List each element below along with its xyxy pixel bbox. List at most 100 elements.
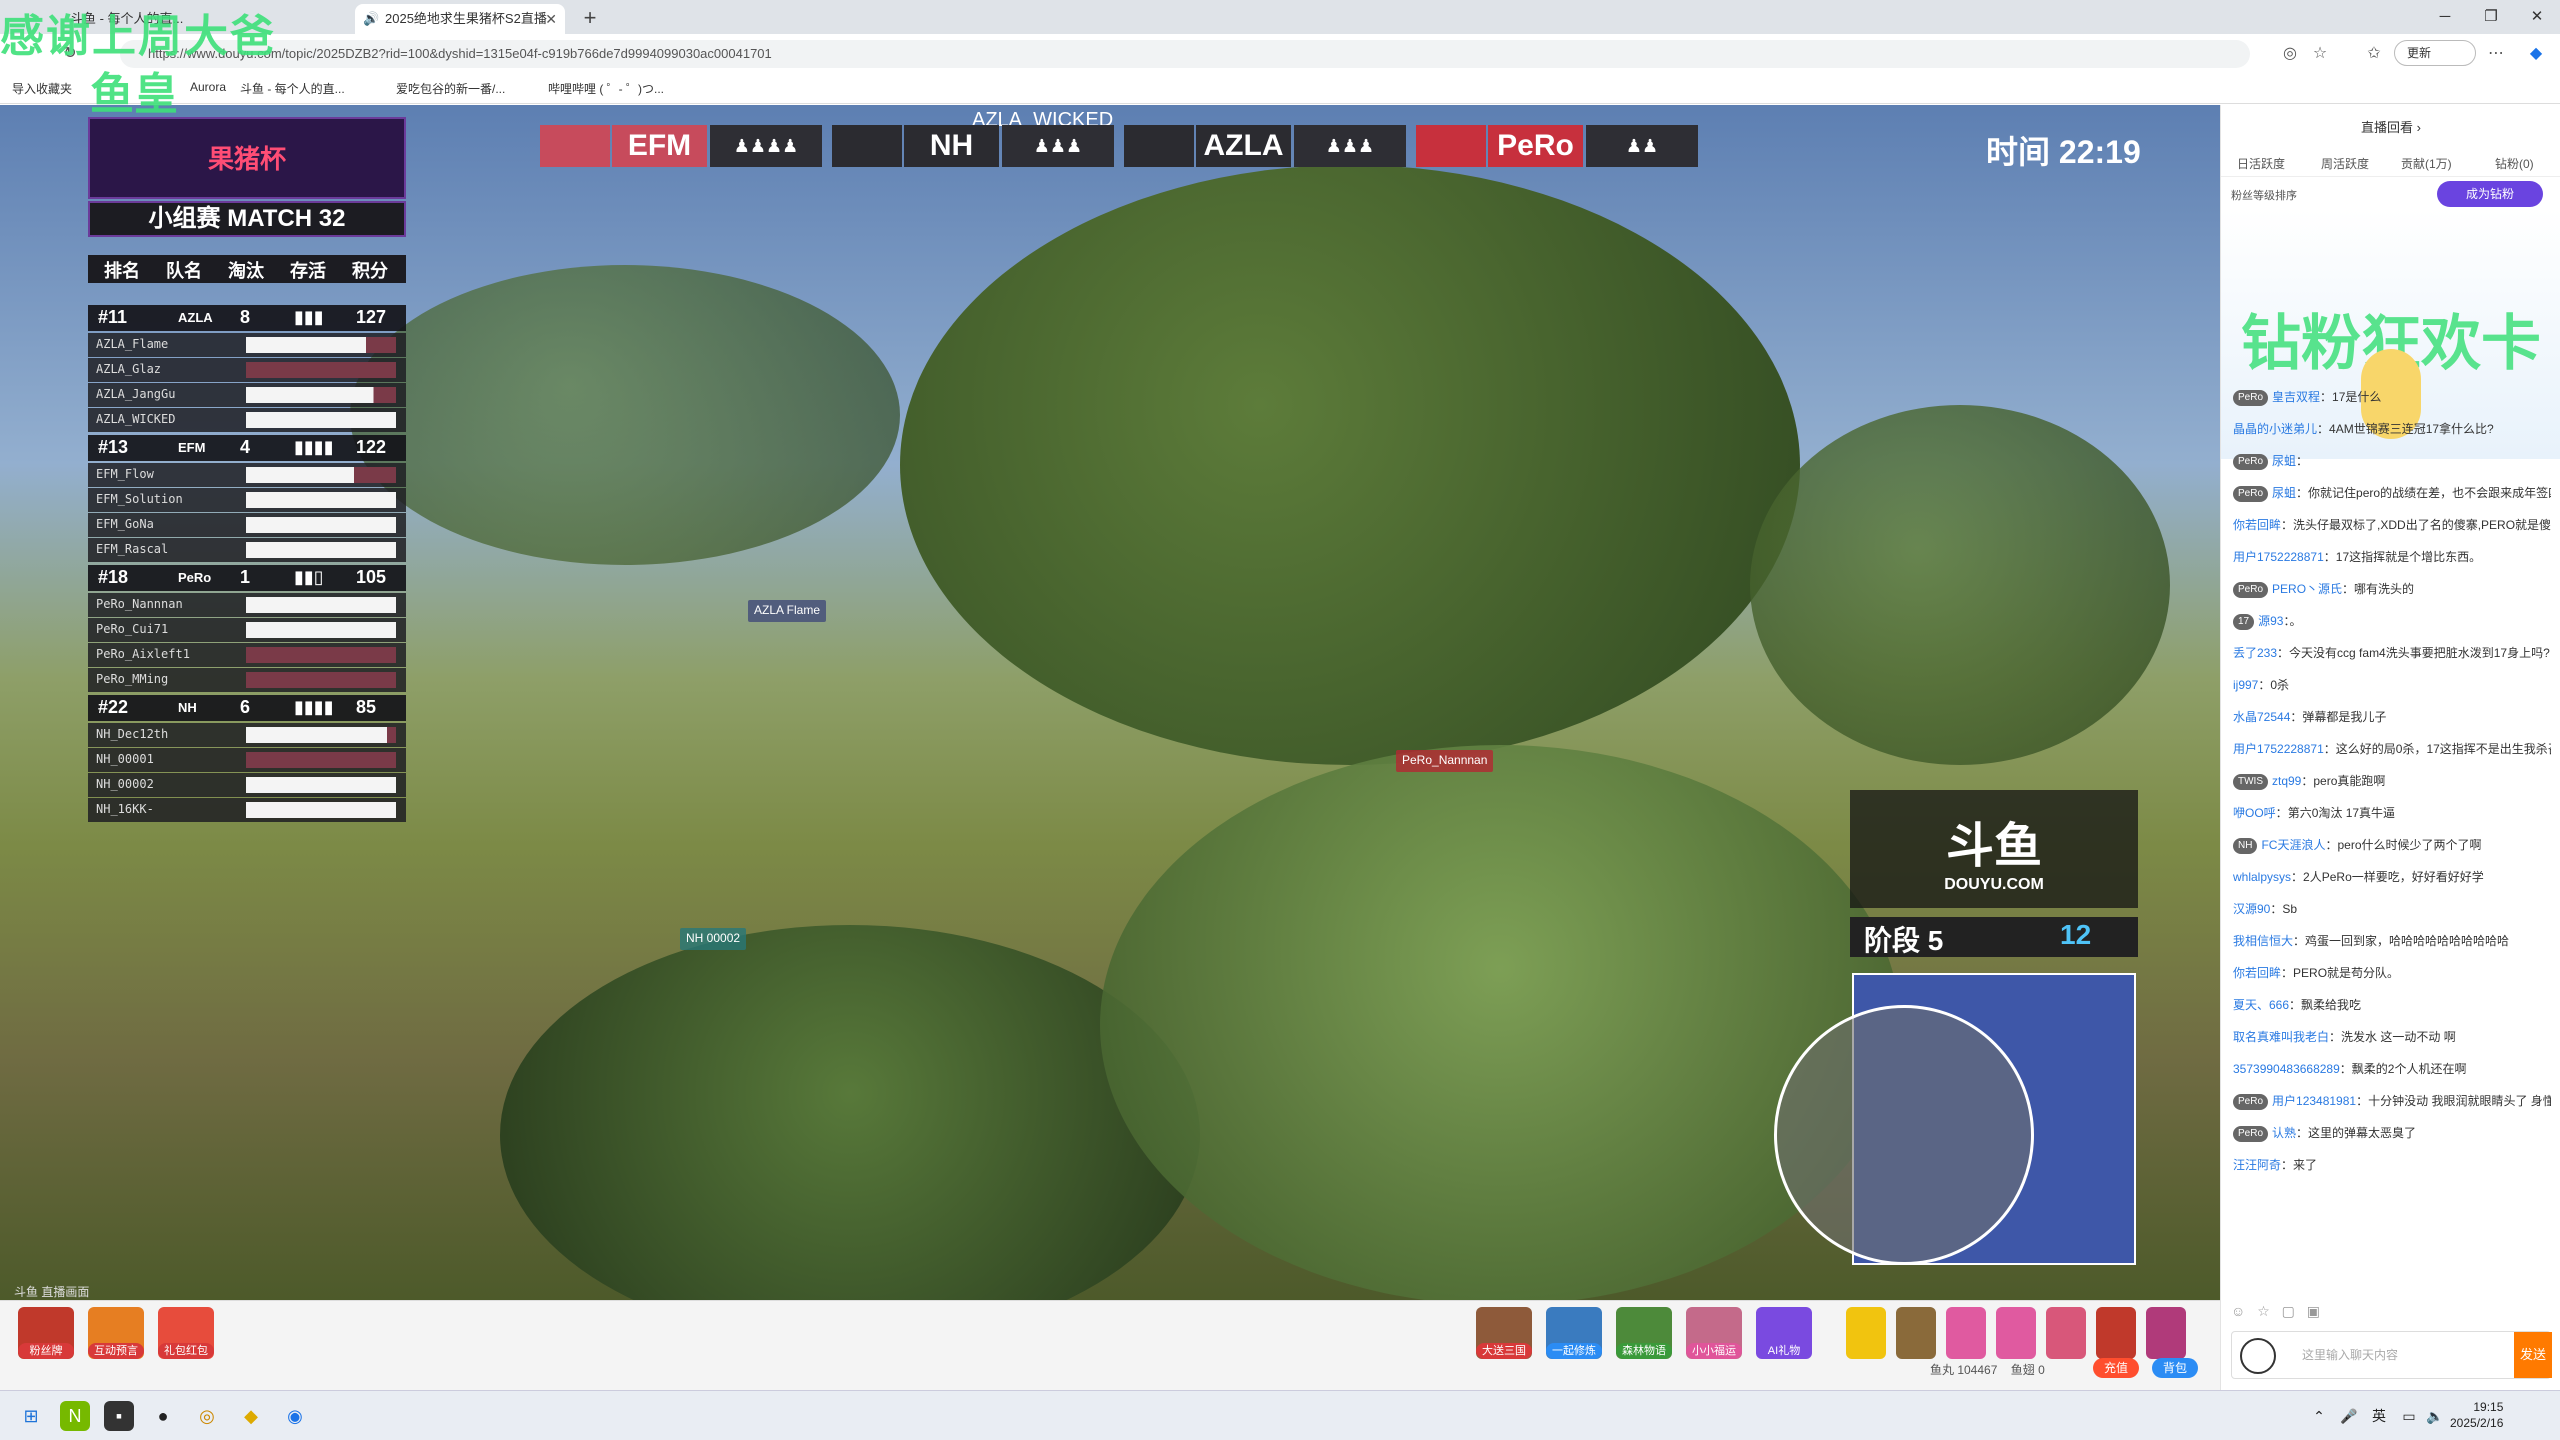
new-tab-button[interactable]: +	[575, 4, 605, 32]
chat-username[interactable]: 水晶72544	[2233, 710, 2290, 724]
chat-username[interactable]: 丢了233	[2233, 646, 2277, 660]
chat-username[interactable]: 尿蛆	[2272, 454, 2296, 468]
copilot-icon[interactable]: ◆	[2522, 40, 2550, 68]
video-player[interactable]: 果猪杯 小组赛 MATCH 32 排名 队名 淘汰 存活 积分 #11 AZLA…	[0, 105, 2220, 1300]
chat-message: 用户1752228871：这么好的局0杀，17这指挥不是出生我杀召回吧	[2233, 737, 2551, 761]
favorite-star-icon[interactable]: ☆	[2306, 40, 2334, 68]
url-field[interactable]: https://www.douyu.com/topic/2025DZB2?rid…	[120, 40, 2250, 68]
tab-live-stream[interactable]: 🔊 2025绝地求生果猪杯S2直播 ✕	[355, 4, 565, 34]
bookmark-aurora[interactable]: Aurora	[190, 80, 226, 94]
prediction-button[interactable]: 互动预言	[88, 1307, 144, 1359]
chat-username[interactable]: FC天涯浪人	[2261, 838, 2325, 852]
system-clock[interactable]: 19:15 2025/2/16	[2450, 1399, 2503, 1431]
chat-username[interactable]: 认熟	[2272, 1126, 2296, 1140]
team-logo	[832, 125, 902, 167]
close-window-button[interactable]: ✕	[2514, 0, 2560, 34]
bookmark-bilibili[interactable]: 哔哩哔哩 ( ゜- ゜)つ...	[548, 80, 664, 97]
bookmark-video[interactable]: 爱吃包谷的新一番/...	[396, 80, 505, 97]
emoji-icon[interactable]: ☺	[2231, 1303, 2245, 1319]
ime-indicator[interactable]: 英	[2364, 1401, 2394, 1431]
gift-item[interactable]: 一起修炼	[1546, 1307, 1602, 1359]
microphone-icon[interactable]: 🎤	[2334, 1401, 2364, 1431]
fan-badge-button[interactable]: 粉丝牌	[18, 1307, 74, 1359]
chat-username[interactable]: 汉源90	[2233, 902, 2270, 916]
chat-username[interactable]: ztq99	[2272, 774, 2301, 788]
avatar[interactable]	[2240, 1338, 2276, 1374]
chat-username[interactable]: 用户123481981	[2272, 1094, 2356, 1108]
tab-weekly-activity[interactable]: 周活跃度	[2321, 155, 2369, 172]
replay-link[interactable]: 直播回看 ›	[2221, 117, 2560, 136]
minimize-button[interactable]: ─	[2422, 0, 2468, 34]
chat-username[interactable]: 尿蛆	[2272, 486, 2296, 500]
maximize-button[interactable]: ❐	[2468, 0, 2514, 34]
chat-username[interactable]: 我相信恒大	[2233, 934, 2293, 948]
chat-text: 这里的弹幕太恶臭了	[2308, 1126, 2417, 1140]
chat-username[interactable]: 你若回眸	[2233, 518, 2281, 532]
send-button[interactable]: 发送	[2514, 1332, 2552, 1378]
chat-input-box[interactable]: 这里输入聊天内容 发送	[2231, 1331, 2552, 1379]
chat-username[interactable]: 你若回眸	[2233, 966, 2281, 980]
gift-label: AI礼物	[1756, 1343, 1812, 1359]
gift-item[interactable]	[2046, 1307, 2086, 1359]
terminal-icon[interactable]: ▪	[104, 1401, 134, 1431]
gift-label: 互动预言	[88, 1343, 144, 1359]
team-points: 122	[356, 437, 387, 457]
chat-username[interactable]: 汪汪阿奇	[2233, 1158, 2281, 1172]
recharge-button[interactable]: 充值	[2093, 1358, 2139, 1378]
image-icon[interactable]: ▣	[2307, 1303, 2320, 1319]
favorites-icon[interactable]: ✩	[2360, 40, 2388, 68]
health-bar	[246, 672, 396, 688]
gift-item[interactable]	[1846, 1307, 1886, 1359]
chat-username[interactable]: 晶晶的小迷弟儿	[2233, 422, 2317, 436]
windows-start-icon[interactable]: ⊞	[16, 1401, 46, 1431]
gift-item[interactable]	[2146, 1307, 2186, 1359]
chat-username[interactable]: ij997	[2233, 678, 2258, 692]
tab-daily-activity[interactable]: 日活跃度	[2237, 155, 2285, 172]
gift-item[interactable]: 森林物语	[1616, 1307, 1672, 1359]
team-kills: 1	[240, 567, 251, 587]
tab-diamond-fans[interactable]: 钻粉(0)	[2495, 155, 2534, 172]
app-icon[interactable]: ◆	[236, 1401, 266, 1431]
chat-username[interactable]: 源93	[2258, 614, 2283, 628]
gift-item[interactable]	[1896, 1307, 1936, 1359]
volume-icon[interactable]: 🔈	[2420, 1401, 2450, 1431]
chat-username[interactable]: 用户1752228871	[2233, 550, 2324, 564]
read-aloud-icon[interactable]: ◎	[2276, 40, 2304, 68]
clock-date: 2025/2/16	[2450, 1416, 2504, 1430]
bookmark-douyu[interactable]: 斗鱼 - 每个人的直...	[240, 80, 345, 97]
gift-item[interactable]	[2096, 1307, 2136, 1359]
gift-item[interactable]: 大送三国	[1476, 1307, 1532, 1359]
chat-username[interactable]: 用户1752228871	[2233, 742, 2324, 756]
gift-item[interactable]: 小小福运	[1686, 1307, 1742, 1359]
red-packet-button[interactable]: 礼包红包	[158, 1307, 214, 1359]
bookmark-import[interactable]: 导入收藏夹	[12, 80, 72, 97]
update-button[interactable]: 更新	[2394, 40, 2476, 66]
become-fan-button[interactable]: 成为钻粉	[2437, 181, 2543, 207]
gift-item[interactable]: AI礼物	[1756, 1307, 1812, 1359]
chat-username[interactable]: 夏天、666	[2233, 998, 2289, 1012]
gift-item[interactable]	[1996, 1307, 2036, 1359]
nvidia-icon[interactable]: N	[60, 1401, 90, 1431]
chat-separator: ：	[2293, 934, 2306, 948]
more-menu-icon[interactable]: ⋯	[2482, 40, 2510, 68]
tab-contribution[interactable]: 贡献(1万)	[2401, 155, 2452, 172]
chat-username[interactable]: whlalpysys	[2233, 870, 2291, 884]
edge-browser-icon[interactable]: ◉	[280, 1401, 310, 1431]
gift-item[interactable]	[1946, 1307, 1986, 1359]
chat-username[interactable]: 取名真难叫我老白	[2233, 1030, 2329, 1044]
close-tab-icon[interactable]: ✕	[545, 4, 557, 34]
player-row: PeRo_MMing	[88, 668, 406, 692]
chat-username[interactable]: PERO丶源氏	[2272, 582, 2342, 596]
chat-username[interactable]: 咿OO呼	[2233, 806, 2276, 820]
star-icon[interactable]: ☆	[2257, 1303, 2270, 1319]
barrage-icon[interactable]: ▢	[2282, 1303, 2295, 1319]
chat-username[interactable]: 皇吉双程	[2272, 390, 2320, 404]
speaker-icon: 🔊	[363, 11, 380, 26]
tray-chevron-icon[interactable]: ⌃	[2304, 1401, 2334, 1431]
chat-username[interactable]: 3573990483668289	[2233, 1062, 2340, 1076]
chat-text: 。	[2289, 614, 2302, 628]
steam-icon[interactable]: ●	[148, 1401, 178, 1431]
backpack-button[interactable]: 背包	[2152, 1358, 2198, 1378]
health-bar	[246, 412, 396, 428]
app-icon[interactable]: ◎	[192, 1401, 222, 1431]
